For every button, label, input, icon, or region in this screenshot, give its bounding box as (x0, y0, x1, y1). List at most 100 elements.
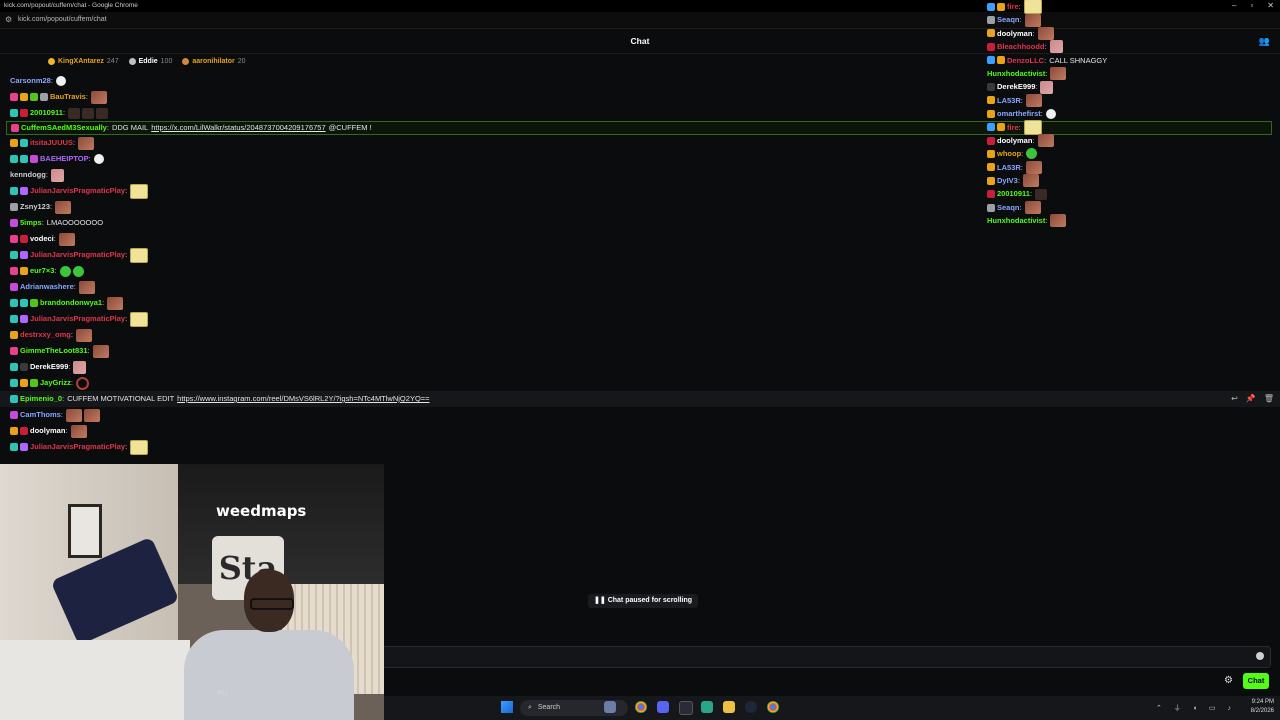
chat-username[interactable]: Bleachhoodd (997, 40, 1045, 53)
chat-username[interactable]: LA53R (997, 94, 1021, 107)
chat-message[interactable]: omarthefirst: (983, 107, 1280, 120)
emote-green-icon[interactable] (1026, 148, 1038, 160)
chat-message[interactable]: Epimenio_0: CUFFEM MOTIVATIONAL EDIT https… (0, 391, 1280, 407)
emote-meme-icon[interactable] (75, 328, 92, 342)
chat-message[interactable]: Adrianwashere: (0, 279, 1280, 295)
chat-message[interactable]: CamThoms: (0, 407, 1280, 423)
emote-meme-icon[interactable] (1050, 214, 1067, 228)
chat-message[interactable]: fire: (983, 119, 1280, 135)
chat-message[interactable]: brandondonwya1: (0, 295, 1280, 311)
send-chat-button[interactable]: Chat (1243, 673, 1269, 689)
emote-dark-icon[interactable] (68, 107, 81, 119)
chat-message[interactable]: vodeci: (0, 231, 1280, 247)
chat-username[interactable]: itsitaJUUUS (30, 135, 73, 151)
chat-username[interactable]: Epimenio_0 (20, 391, 62, 407)
steam-icon[interactable] (745, 701, 757, 713)
emote-ghost-icon[interactable] (1045, 108, 1056, 119)
chat-message[interactable]: DenzoLLC: CALL SHNAGGY (983, 54, 1280, 67)
file-explorer-icon[interactable] (723, 701, 735, 713)
chat-username[interactable]: DerekE999 (997, 80, 1035, 93)
chat-message[interactable]: JayGrizz: (0, 375, 1280, 391)
emote-meme-icon[interactable] (1025, 160, 1042, 174)
chat-message[interactable]: whoop: (983, 147, 1280, 160)
emote-meme-icon[interactable] (83, 408, 100, 422)
site-settings-icon[interactable]: ⚙ (5, 15, 12, 24)
chat-username[interactable]: JulianJarvisPragmaticPlay (30, 439, 125, 455)
chat-message[interactable]: destrxxy_omg: (0, 327, 1280, 343)
chat-username[interactable]: 20010911 (30, 105, 63, 121)
chat-username[interactable]: Carsonm28 (10, 73, 51, 89)
leaderboard-entry[interactable]: Eddie 100 (128, 58, 172, 65)
emote-ghost-icon[interactable] (55, 76, 66, 86)
emote-meme-icon[interactable] (107, 296, 124, 310)
chat-username[interactable]: JayGrizz (40, 375, 71, 391)
system-tray-icons[interactable]: ⌃ ⏚ ◖ ▭ ♪ (1156, 703, 1236, 713)
chat-username[interactable]: fire (1007, 0, 1019, 13)
emote-dark-icon[interactable] (96, 107, 109, 119)
chat-username[interactable]: LA53R (997, 161, 1021, 174)
emote-meme-icon[interactable] (1050, 67, 1067, 81)
taskbar-app-icon[interactable] (701, 701, 713, 713)
emote-cookie-icon[interactable] (1023, 119, 1042, 135)
windows-start-icon[interactable] (501, 701, 513, 713)
emote-pink-icon[interactable] (1049, 40, 1063, 54)
chat-message[interactable]: Hunxhodactivist: (983, 67, 1280, 81)
chat-message[interactable]: DerekE999: (983, 80, 1280, 94)
emote-meme-icon[interactable] (1025, 93, 1042, 107)
chat-username[interactable]: DenzoLLC (1007, 54, 1044, 67)
chat-username[interactable]: BAEHEIPTOP (40, 151, 89, 167)
chat-username[interactable]: JulianJarvisPragmaticPlay (30, 247, 125, 263)
emote-pink-icon[interactable] (73, 360, 87, 374)
chat-message[interactable]: doolyman: (0, 423, 1280, 439)
emote-meme-icon[interactable] (90, 90, 107, 104)
emote-dark-icon[interactable] (82, 107, 95, 119)
discord-icon[interactable] (657, 701, 669, 713)
chat-message[interactable]: Hunxhodactivist: (983, 214, 1280, 228)
chat-username[interactable]: GimmeTheLoot831 (20, 343, 88, 359)
chat-username[interactable]: fire (1007, 121, 1019, 134)
emote-meme-icon[interactable] (1037, 26, 1054, 40)
chat-username[interactable]: Adrianwashere (20, 279, 74, 295)
leaderboard-entry[interactable]: KingXAntarez 247 (48, 58, 119, 65)
emote-meme-icon[interactable] (58, 232, 75, 246)
emote-meme-icon[interactable] (1024, 13, 1041, 27)
emote-green-icon[interactable] (59, 265, 71, 277)
pin-icon[interactable]: 📌 (1246, 391, 1256, 407)
emote-green-icon[interactable] (72, 265, 84, 277)
chat-username[interactable]: Zsny123 (20, 199, 50, 215)
chat-message[interactable]: DyIV3: (983, 174, 1280, 188)
delete-icon[interactable]: 🗑 (1264, 391, 1274, 407)
chat-message[interactable]: doolyman: (983, 134, 1280, 148)
chat-username[interactable]: DerekE999 (30, 359, 68, 375)
url-text[interactable]: kick.com/popout/cuffem/chat (18, 16, 107, 23)
emote-meme-icon[interactable] (1024, 201, 1041, 215)
chrome-icon[interactable] (767, 701, 779, 713)
chat-username[interactable]: BauTravis (50, 89, 86, 105)
chat-message[interactable]: DerekE999: (0, 359, 1280, 375)
chat-message[interactable]: Bleachhoodd: (983, 40, 1280, 54)
chat-message[interactable]: LA53R: (983, 160, 1280, 174)
emote-ghost-icon[interactable] (93, 154, 104, 164)
emote-cookie-icon[interactable] (130, 247, 149, 263)
chat-username[interactable]: Seaqn (997, 13, 1020, 26)
emote-meme-icon[interactable] (65, 408, 82, 422)
leaderboard-entry[interactable]: aaronihilator 20 (182, 58, 246, 65)
chat-link[interactable]: https://www.instagram.com/reel/DMsVS6lRL… (177, 391, 429, 407)
chat-message[interactable]: JulianJarvisPragmaticPlay: (0, 311, 1280, 327)
emote-pink-icon[interactable] (50, 168, 64, 182)
chat-message[interactable]: Seaqn: (983, 13, 1280, 27)
emote-ring-icon[interactable] (75, 376, 89, 390)
chat-message[interactable]: eur7×3: (0, 263, 1280, 279)
chat-settings-icon[interactable]: ⚙ (1224, 675, 1233, 686)
chat-message[interactable]: LA53R: (983, 93, 1280, 107)
chat-username[interactable]: destrxxy_omg (20, 327, 71, 343)
chat-message[interactable]: GimmeTheLoot831: (0, 343, 1280, 359)
chat-username[interactable]: Seaqn (997, 201, 1020, 214)
emote-cookie-icon[interactable] (130, 183, 149, 199)
emote-meme-icon[interactable] (1022, 174, 1039, 188)
emote-meme-icon[interactable] (78, 280, 95, 294)
emote-meme-icon[interactable] (78, 136, 95, 150)
emote-cookie-icon[interactable] (130, 311, 149, 327)
chat-username[interactable]: DyIV3 (997, 174, 1018, 187)
taskbar-app-icon[interactable] (604, 701, 616, 713)
